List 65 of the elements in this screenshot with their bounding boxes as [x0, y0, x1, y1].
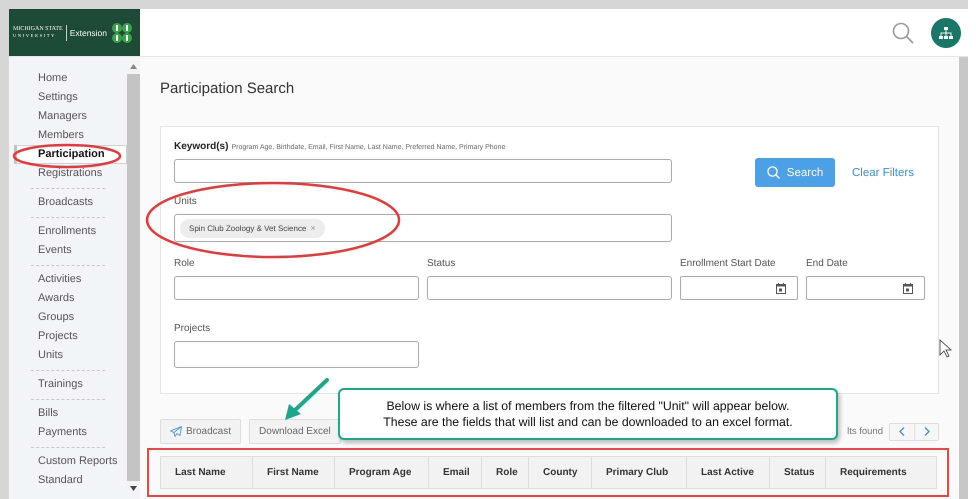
column-header[interactable]: Primary Club: [591, 457, 686, 488]
scrollbar[interactable]: [959, 57, 968, 499]
column-header[interactable]: Email: [428, 457, 481, 488]
date-field[interactable]: [806, 276, 925, 300]
field-label: Keyword(s): [174, 141, 228, 152]
nav-link[interactable]: Members: [9, 126, 127, 145]
callout-text: Below is where a list of members from the filtered "Unit" will appear below. These are the fields that will list and can be downloaded to an excel format.: [383, 398, 793, 430]
calendar-icon[interactable]: [776, 282, 786, 294]
clear-filters-link[interactable]: Clear Filters: [852, 166, 914, 178]
nav-link[interactable]: Enrollments: [9, 222, 127, 241]
column-header[interactable]: Last Name: [161, 457, 252, 488]
field-label: Role: [174, 258, 196, 270]
field-label: Units: [174, 196, 198, 208]
results-count: lts found: [847, 426, 883, 437]
chevron-left-icon: [899, 427, 905, 436]
search-icon[interactable]: [892, 22, 914, 44]
field-label: End Date: [806, 258, 849, 270]
nav-link[interactable]: Bills: [9, 404, 127, 423]
nav-link[interactable]: Units: [9, 346, 127, 365]
user-avatar[interactable]: [931, 18, 961, 48]
field-label: Status: [427, 258, 456, 270]
column-header[interactable]: Role: [481, 457, 528, 488]
nav-link[interactable]: Settings: [9, 88, 127, 107]
scrollbar[interactable]: [127, 74, 140, 481]
nav-link[interactable]: Groups: [9, 308, 127, 327]
projects-field[interactable]: [174, 341, 419, 368]
field-label: Projects: [174, 323, 212, 335]
nav-link[interactable]: Events: [9, 241, 127, 260]
nav-link[interactable]: Managers: [9, 107, 127, 126]
column-header[interactable]: County: [528, 457, 591, 488]
column-header[interactable]: Last Active: [686, 457, 769, 488]
chevron-right-icon: [924, 427, 930, 436]
nav-link[interactable]: Activities: [9, 270, 127, 289]
nav-link[interactable]: Custom Reports: [9, 452, 127, 471]
keyword-field[interactable]: [174, 159, 672, 183]
chip-label: Spin Club Zoology & Vet Science: [189, 224, 306, 232]
column-header[interactable]: First Name: [252, 457, 334, 488]
nav-link[interactable]: Awards: [9, 289, 127, 308]
nav-link[interactable]: Registrations: [9, 164, 127, 183]
toolbar-button[interactable]: Download Excel: [249, 419, 341, 444]
column-header[interactable]: Program Age: [334, 457, 428, 488]
column-header[interactable]: Requirements: [825, 457, 936, 488]
column-header[interactable]: Status: [769, 457, 825, 488]
date-field[interactable]: [680, 276, 798, 300]
logo-text: Extension: [70, 28, 108, 38]
paper-plane-icon: [170, 426, 182, 437]
search-icon: [766, 166, 780, 179]
nav-link[interactable]: Standard: [9, 471, 127, 490]
calendar-icon[interactable]: [903, 282, 913, 294]
toolbar-button[interactable]: Broadcast: [160, 419, 242, 444]
units-field[interactable]: Spin Club Zoology & Vet Science ×: [174, 214, 672, 242]
text-field[interactable]: [174, 276, 419, 300]
arrow: [285, 378, 329, 420]
nav-link[interactable]: Projects: [9, 327, 127, 346]
sitemap-icon: [939, 26, 953, 38]
text-field[interactable]: [427, 276, 672, 300]
nav-link[interactable]: Home: [9, 69, 127, 88]
scroll-down-icon[interactable]: [130, 486, 137, 491]
nav-link[interactable]: Trainings: [9, 375, 127, 394]
page-title: Participation Search: [160, 80, 296, 98]
scroll-up-icon[interactable]: [130, 64, 137, 69]
nav-link[interactable]: Payments: [9, 423, 127, 442]
field-label: Enrollment Start Date: [680, 258, 777, 270]
clover-icon: [110, 20, 134, 44]
nav-link[interactable]: Broadcasts: [9, 193, 127, 212]
